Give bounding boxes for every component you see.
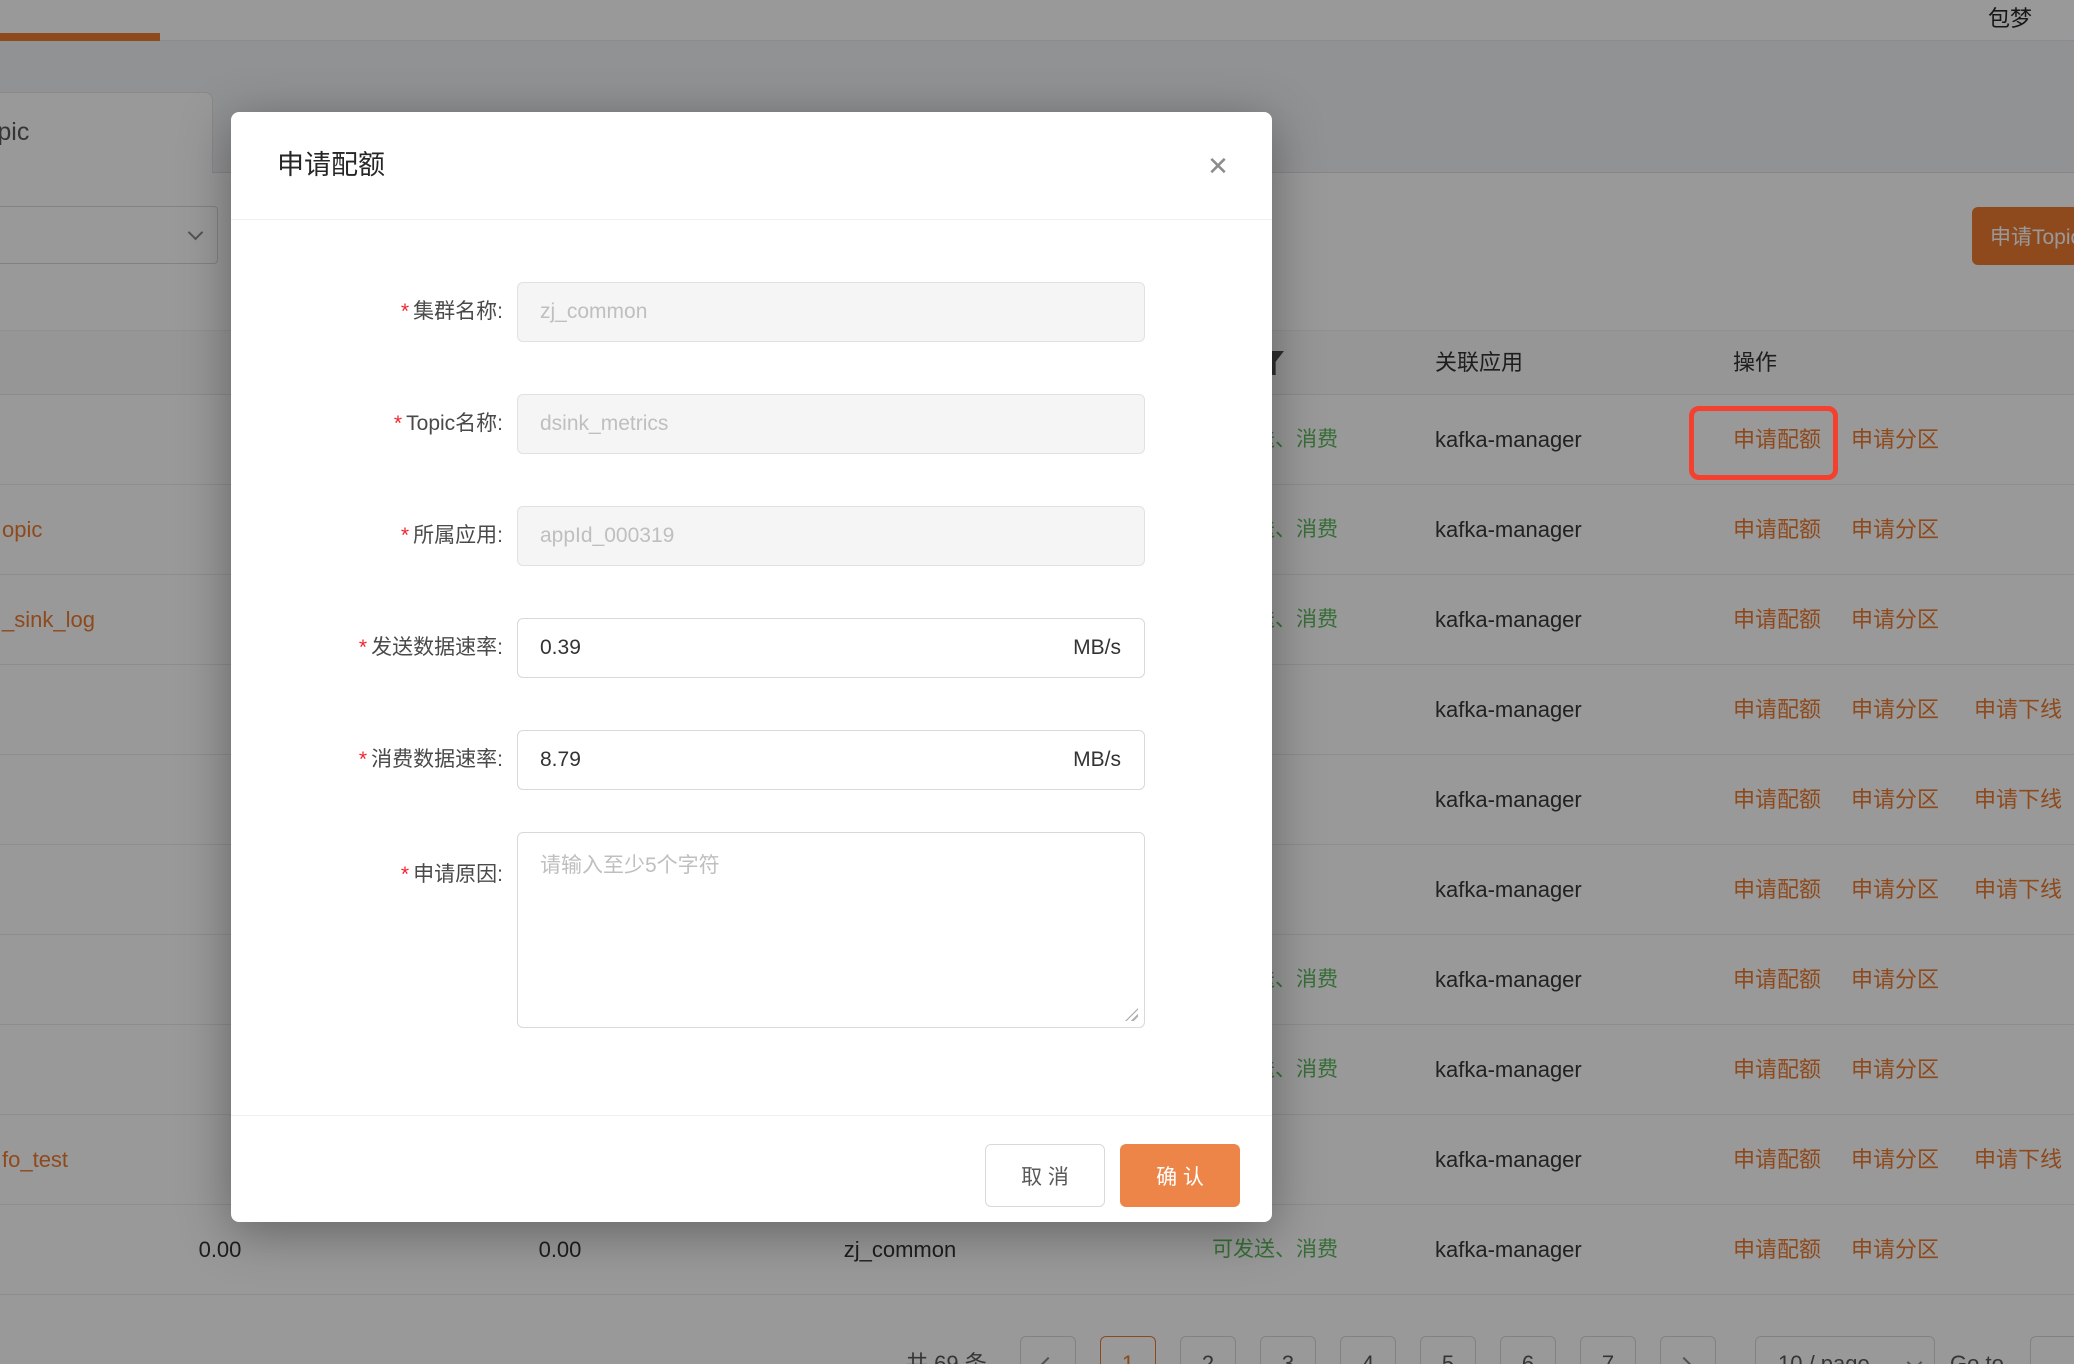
- modal-header: 申请配额 ✕: [231, 112, 1272, 220]
- topic-name-field: [517, 394, 1145, 454]
- annotation-highlight-box: [1689, 406, 1838, 480]
- required-mark: *: [393, 412, 401, 435]
- form-row-consume-rate: *消费数据速率: MB/s: [231, 730, 1272, 790]
- close-icon[interactable]: ✕: [1200, 148, 1236, 184]
- required-mark: *: [358, 748, 366, 771]
- field-label: *Topic名称:: [231, 394, 503, 454]
- cancel-button[interactable]: 取 消: [985, 1144, 1105, 1207]
- screen: 包梦 Topic 申请Topic 关联应用 操作 可发送、消费 kafk: [0, 0, 2074, 1364]
- form-row-app: *所属应用:: [231, 506, 1272, 566]
- form-row-topic: *Topic名称:: [231, 394, 1272, 454]
- form-row-send-rate: *发送数据速率: MB/s: [231, 618, 1272, 678]
- cluster-name-field: [517, 282, 1145, 342]
- apply-reason-textarea[interactable]: [517, 832, 1145, 1028]
- owner-app-field: [517, 506, 1145, 566]
- confirm-button[interactable]: 确 认: [1120, 1144, 1240, 1207]
- required-mark: *: [400, 300, 408, 323]
- modal-title: 申请配额: [277, 112, 385, 219]
- form-row-cluster: *集群名称:: [231, 282, 1272, 342]
- field-label: *集群名称:: [231, 282, 503, 342]
- modal-footer: 取 消 确 认: [231, 1115, 1272, 1222]
- required-mark: *: [400, 524, 408, 547]
- required-mark: *: [358, 636, 366, 659]
- apply-quota-modal: 申请配额 ✕ *集群名称: *Topic名称: *所属应用: *发送数据速率:: [231, 112, 1272, 1222]
- required-mark: *: [400, 863, 408, 886]
- field-label: *所属应用:: [231, 506, 503, 566]
- send-rate-field[interactable]: [517, 618, 1145, 678]
- field-label: *申请原因:: [231, 864, 503, 885]
- unit-suffix: MB/s: [1073, 618, 1121, 678]
- form-row-reason: *申请原因:: [231, 832, 1272, 1028]
- field-label: *发送数据速率:: [231, 618, 503, 678]
- field-label: *消费数据速率:: [231, 730, 503, 790]
- unit-suffix: MB/s: [1073, 730, 1121, 790]
- consume-rate-field[interactable]: [517, 730, 1145, 790]
